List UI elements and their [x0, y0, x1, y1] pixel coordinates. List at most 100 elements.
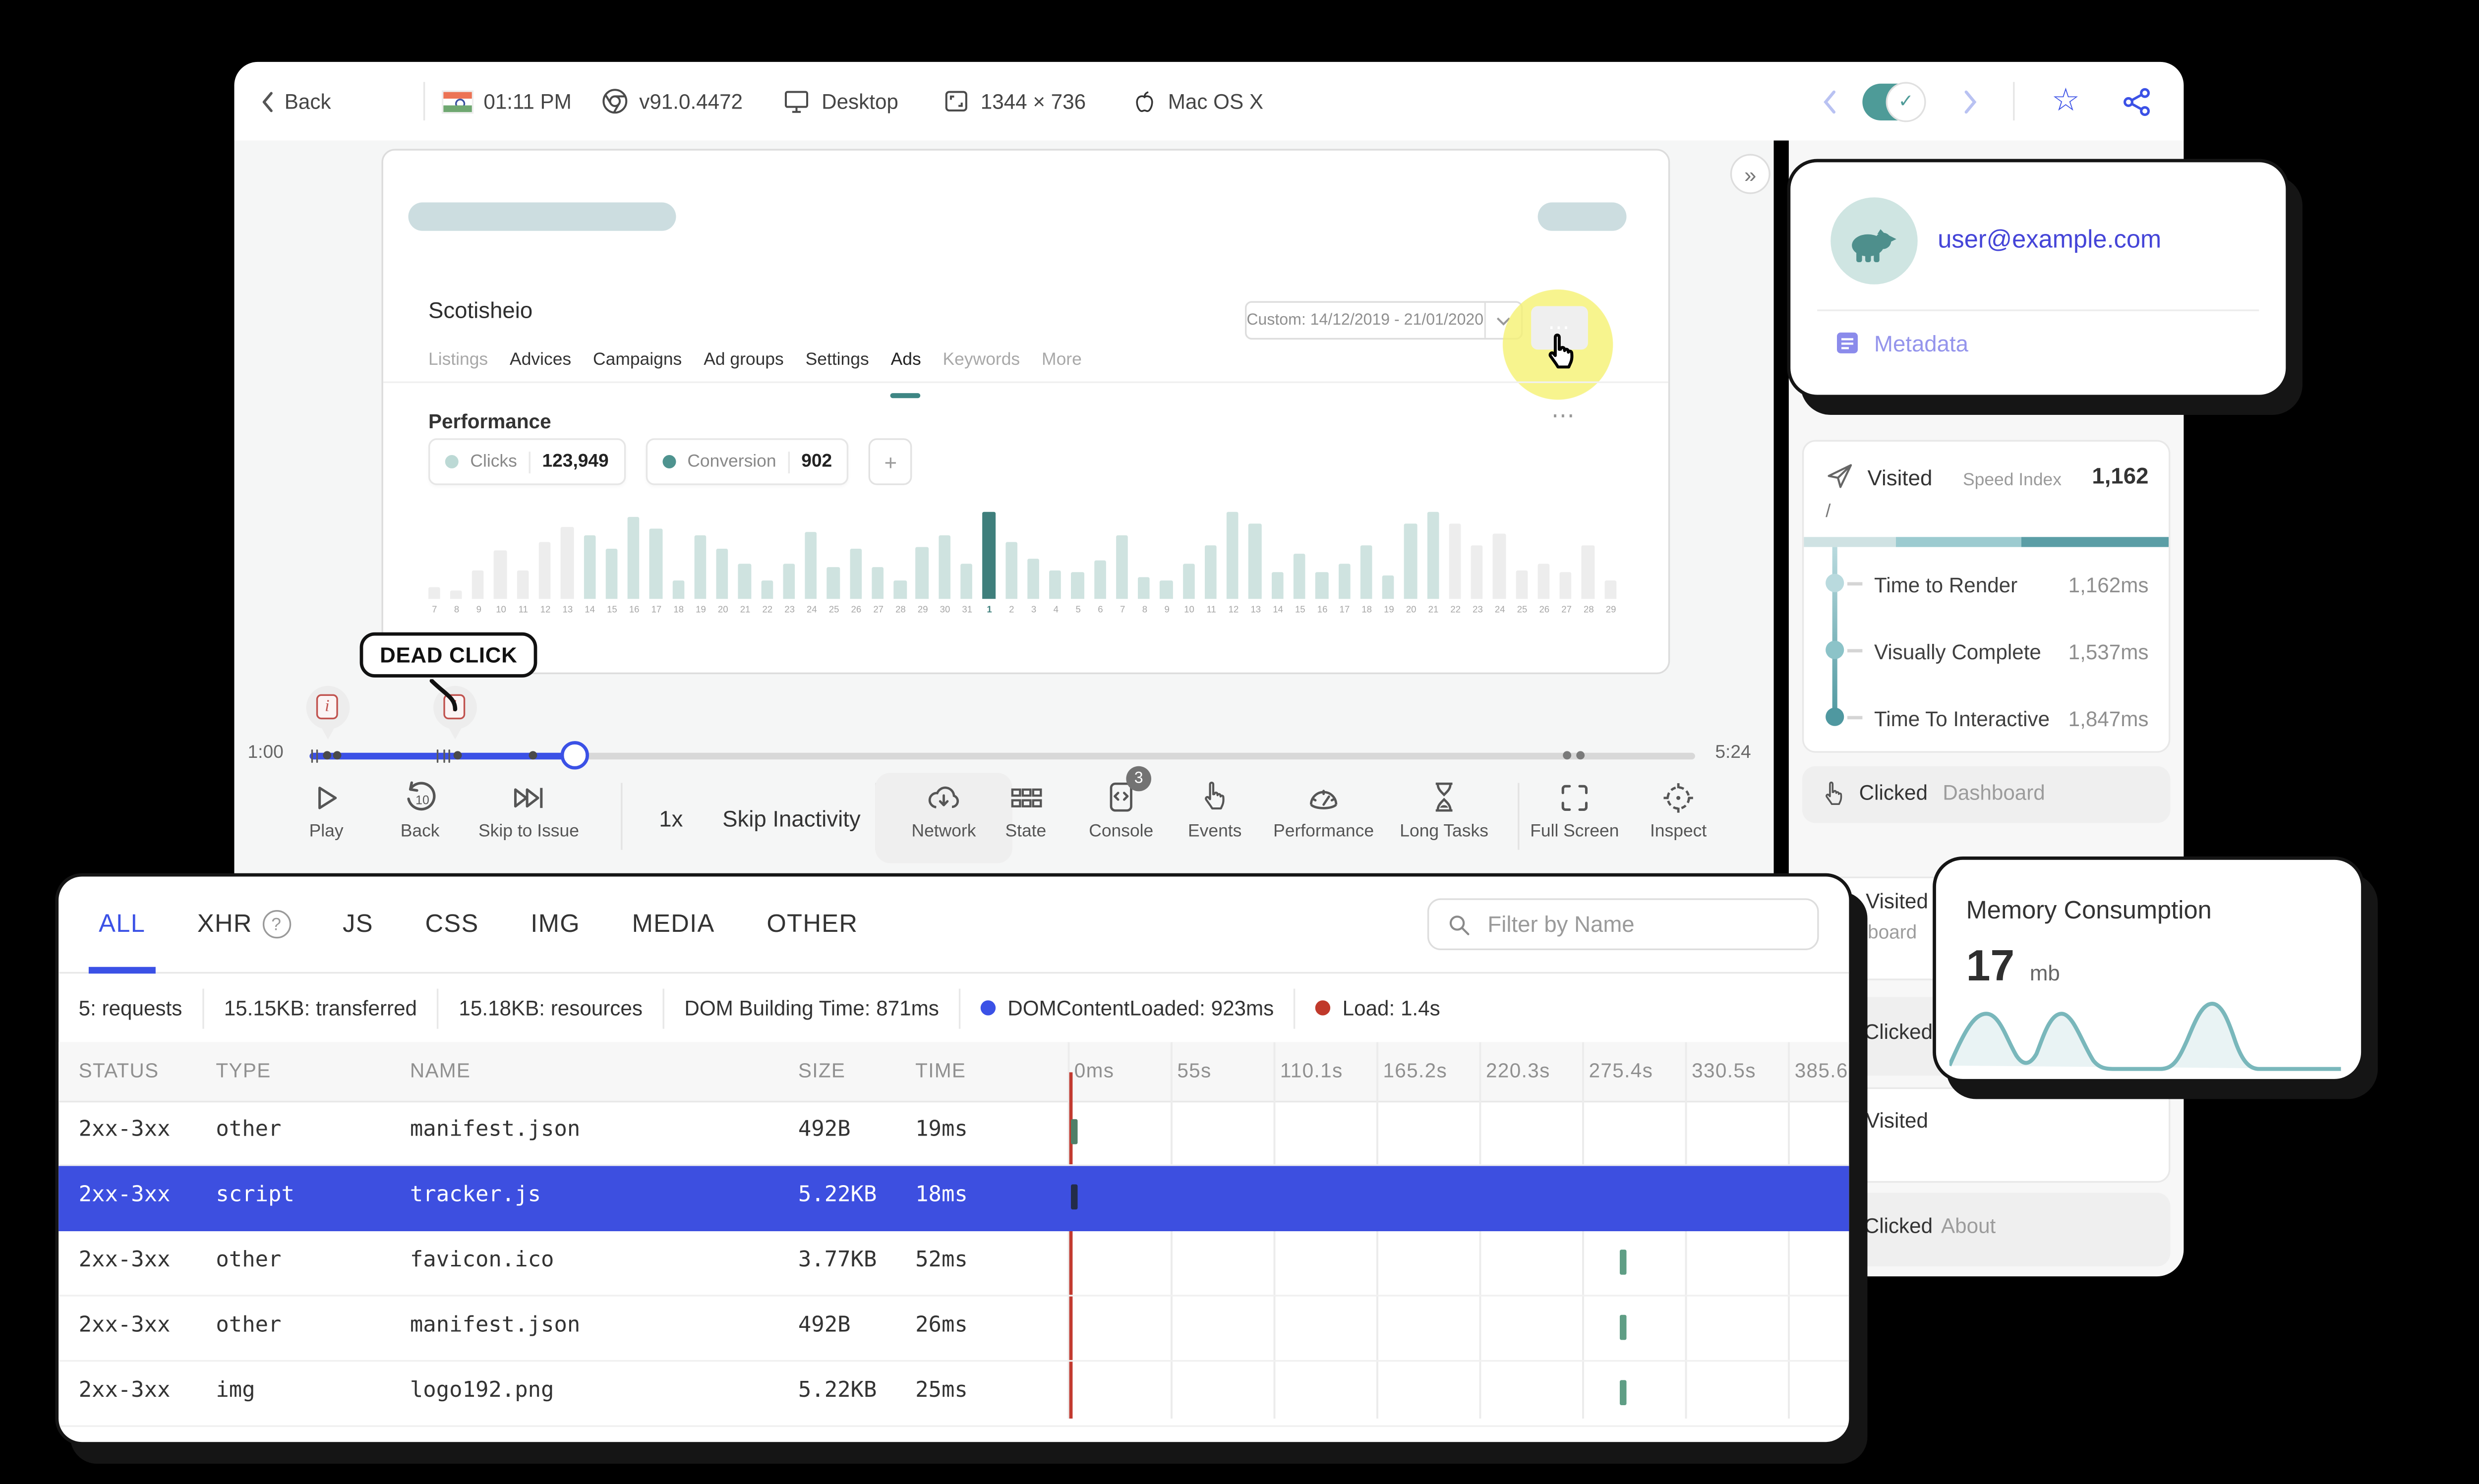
network-tab-media[interactable]: MEDIA [632, 877, 715, 972]
metric-chip-conversion[interactable]: Conversion 902 [645, 438, 849, 485]
site-tab-settings[interactable]: Settings [806, 349, 869, 370]
chart-bar [960, 564, 973, 599]
conversion-label: Conversion [687, 452, 776, 472]
column-header-status[interactable]: STATUS [79, 1059, 159, 1082]
column-header-name[interactable]: NAME [410, 1059, 471, 1082]
performance-panel-button[interactable]: Performance [1265, 778, 1382, 858]
back-button[interactable]: Back [259, 62, 331, 141]
visited-path: / [1826, 502, 1831, 522]
back-10s-button[interactable]: 10 Back [361, 778, 478, 858]
toggle-switch[interactable]: ✓ [1862, 81, 1926, 121]
network-tab-js[interactable]: JS [343, 877, 373, 972]
speed-button[interactable]: 1x [659, 778, 683, 858]
network-tab-img[interactable]: IMG [531, 877, 580, 972]
filter-input[interactable] [1484, 910, 1799, 939]
chart-bar [1604, 580, 1617, 599]
chart-x-label: 19 [1384, 605, 1394, 616]
column-header-time[interactable]: TIME [915, 1059, 966, 1082]
chart-x-label: 11 [518, 605, 528, 616]
timeline-handle[interactable] [560, 741, 589, 770]
speed-timeline-line [1832, 547, 1837, 720]
skip-to-issue-button[interactable]: Skip to Issue [470, 778, 587, 858]
date-range-select[interactable]: Custom: 14/12/2019 - 21/01/2020 [1245, 301, 1523, 340]
chart-x-label: 4 [1053, 605, 1059, 616]
network-tab-other[interactable]: OTHER [767, 877, 858, 972]
site-tab-ads[interactable]: Ads [890, 349, 921, 399]
chart-x-label: 25 [828, 605, 839, 616]
collapse-panel-button[interactable]: » [1730, 154, 1771, 194]
chart-x-label: 2 [1009, 605, 1014, 616]
chart-bar [1449, 524, 1461, 599]
chart-bar [694, 534, 707, 599]
site-tab-keywords[interactable]: Keywords [943, 349, 1020, 370]
site-tab-listings[interactable]: Listings [428, 349, 488, 370]
long-tasks-panel-button[interactable]: Long Tasks [1386, 778, 1503, 858]
network-request-row[interactable]: 2xx-3xx other manifest.json 492B 26ms [59, 1297, 1849, 1362]
network-tab-css[interactable]: CSS [425, 877, 479, 972]
network-stats-row: 5: requests 15.15KB: transferred 15.18KB: … [59, 974, 1849, 1043]
chart-bar [1004, 542, 1017, 599]
os-label: Mac OS X [1168, 89, 1264, 113]
site-tab-advices[interactable]: Advices [510, 349, 571, 370]
network-request-row[interactable]: 2xx-3xx img logo192.png 5.22KB 25ms [59, 1362, 1849, 1427]
chart-bar [1515, 570, 1528, 599]
site-tab-campaigns[interactable]: Campaigns [593, 349, 682, 370]
site-tab-ad-groups[interactable]: Ad groups [704, 349, 784, 370]
skeleton-pill [1537, 202, 1627, 231]
network-request-row[interactable]: 2xx-3xx other favicon.ico 3.77KB 52ms [59, 1231, 1849, 1297]
back-label: Back [284, 89, 331, 113]
network-stat: 15.15KB: transferred [204, 987, 439, 1028]
chart-x-label: 28 [895, 605, 906, 616]
share-button[interactable] [2122, 62, 2152, 141]
chart-bar [761, 580, 773, 599]
event-card-visited[interactable]: Visited [1802, 1087, 2171, 1183]
site-tab-bar: Listings Advices Campaigns Ad groups Setting… [428, 349, 1082, 399]
conversion-value: 902 [801, 452, 832, 472]
network-request-row[interactable]: 2xx-3xx other manifest.json 492B 19ms [59, 1101, 1849, 1166]
event-card-clicked-about[interactable]: Clicked About [1802, 1193, 2171, 1266]
chevron-left-icon [262, 91, 273, 112]
network-tab-all[interactable]: ALL [88, 877, 156, 974]
visited-speed-card[interactable]: Visited Speed Index 1,162 / Time to Rend… [1802, 440, 2171, 753]
prev-session-button[interactable] [1821, 62, 1837, 141]
more-horizontal-icon[interactable]: ⋯ [1551, 401, 1577, 430]
cell: 18ms [915, 1183, 968, 1208]
cell: 52ms [915, 1248, 968, 1273]
chart-x-label: 21 [1428, 605, 1439, 616]
chart-bar [450, 590, 463, 599]
column-header-type[interactable]: TYPE [216, 1059, 271, 1082]
chart-bar [1093, 561, 1106, 599]
event-card-clicked-dashboard[interactable]: Clicked Dashboard [1802, 766, 2171, 823]
column-header-size[interactable]: SIZE [798, 1059, 845, 1082]
clicks-dot [445, 455, 459, 468]
metric-chip-clicks[interactable]: Clicks 123,949 [428, 438, 626, 485]
network-request-row[interactable]: 2xx-3xx script tracker.js 5.22KB 18ms [59, 1166, 1849, 1231]
chart-x-label: 28 [1584, 605, 1594, 616]
issue-marker[interactable]: i [304, 685, 352, 746]
help-icon[interactable]: ? [262, 910, 291, 939]
timeline-track[interactable] [309, 741, 1695, 770]
full-screen-button[interactable]: Full Screen [1516, 778, 1633, 858]
network-tab-xhr[interactable]: XHR? [197, 877, 291, 972]
chart-bar [1160, 580, 1173, 599]
chart-x-label: 8 [454, 605, 460, 616]
info-icon: i [316, 694, 338, 720]
next-session-button[interactable] [1963, 62, 1980, 141]
autoplay-toggle[interactable]: ✓ [1862, 62, 1926, 141]
site-tab-more[interactable]: More [1042, 349, 1082, 370]
cell: other [216, 1313, 282, 1338]
bookmark-button[interactable]: ☆ [2052, 62, 2080, 141]
divider [423, 82, 425, 120]
metadata-link[interactable]: Metadata [1834, 330, 1968, 356]
performance-section-title: Performance [428, 409, 551, 434]
events-panel-button[interactable]: Events [1156, 778, 1273, 858]
user-email-link[interactable]: user@example.com [1938, 226, 2161, 254]
skip-inactivity-toggle[interactable]: Skip Inactivity [722, 778, 861, 858]
dead-click-label: DEAD CLICK [359, 632, 537, 678]
speed-metric-dot [1826, 707, 1844, 726]
network-table-body: 2xx-3xx other manifest.json 492B 19ms 2xx-3xx… [59, 1101, 1849, 1427]
share-icon [2124, 87, 2150, 115]
inspect-button[interactable]: Inspect [1620, 778, 1737, 858]
add-metric-button[interactable]: + [869, 438, 913, 485]
chart-bar [1582, 546, 1594, 599]
